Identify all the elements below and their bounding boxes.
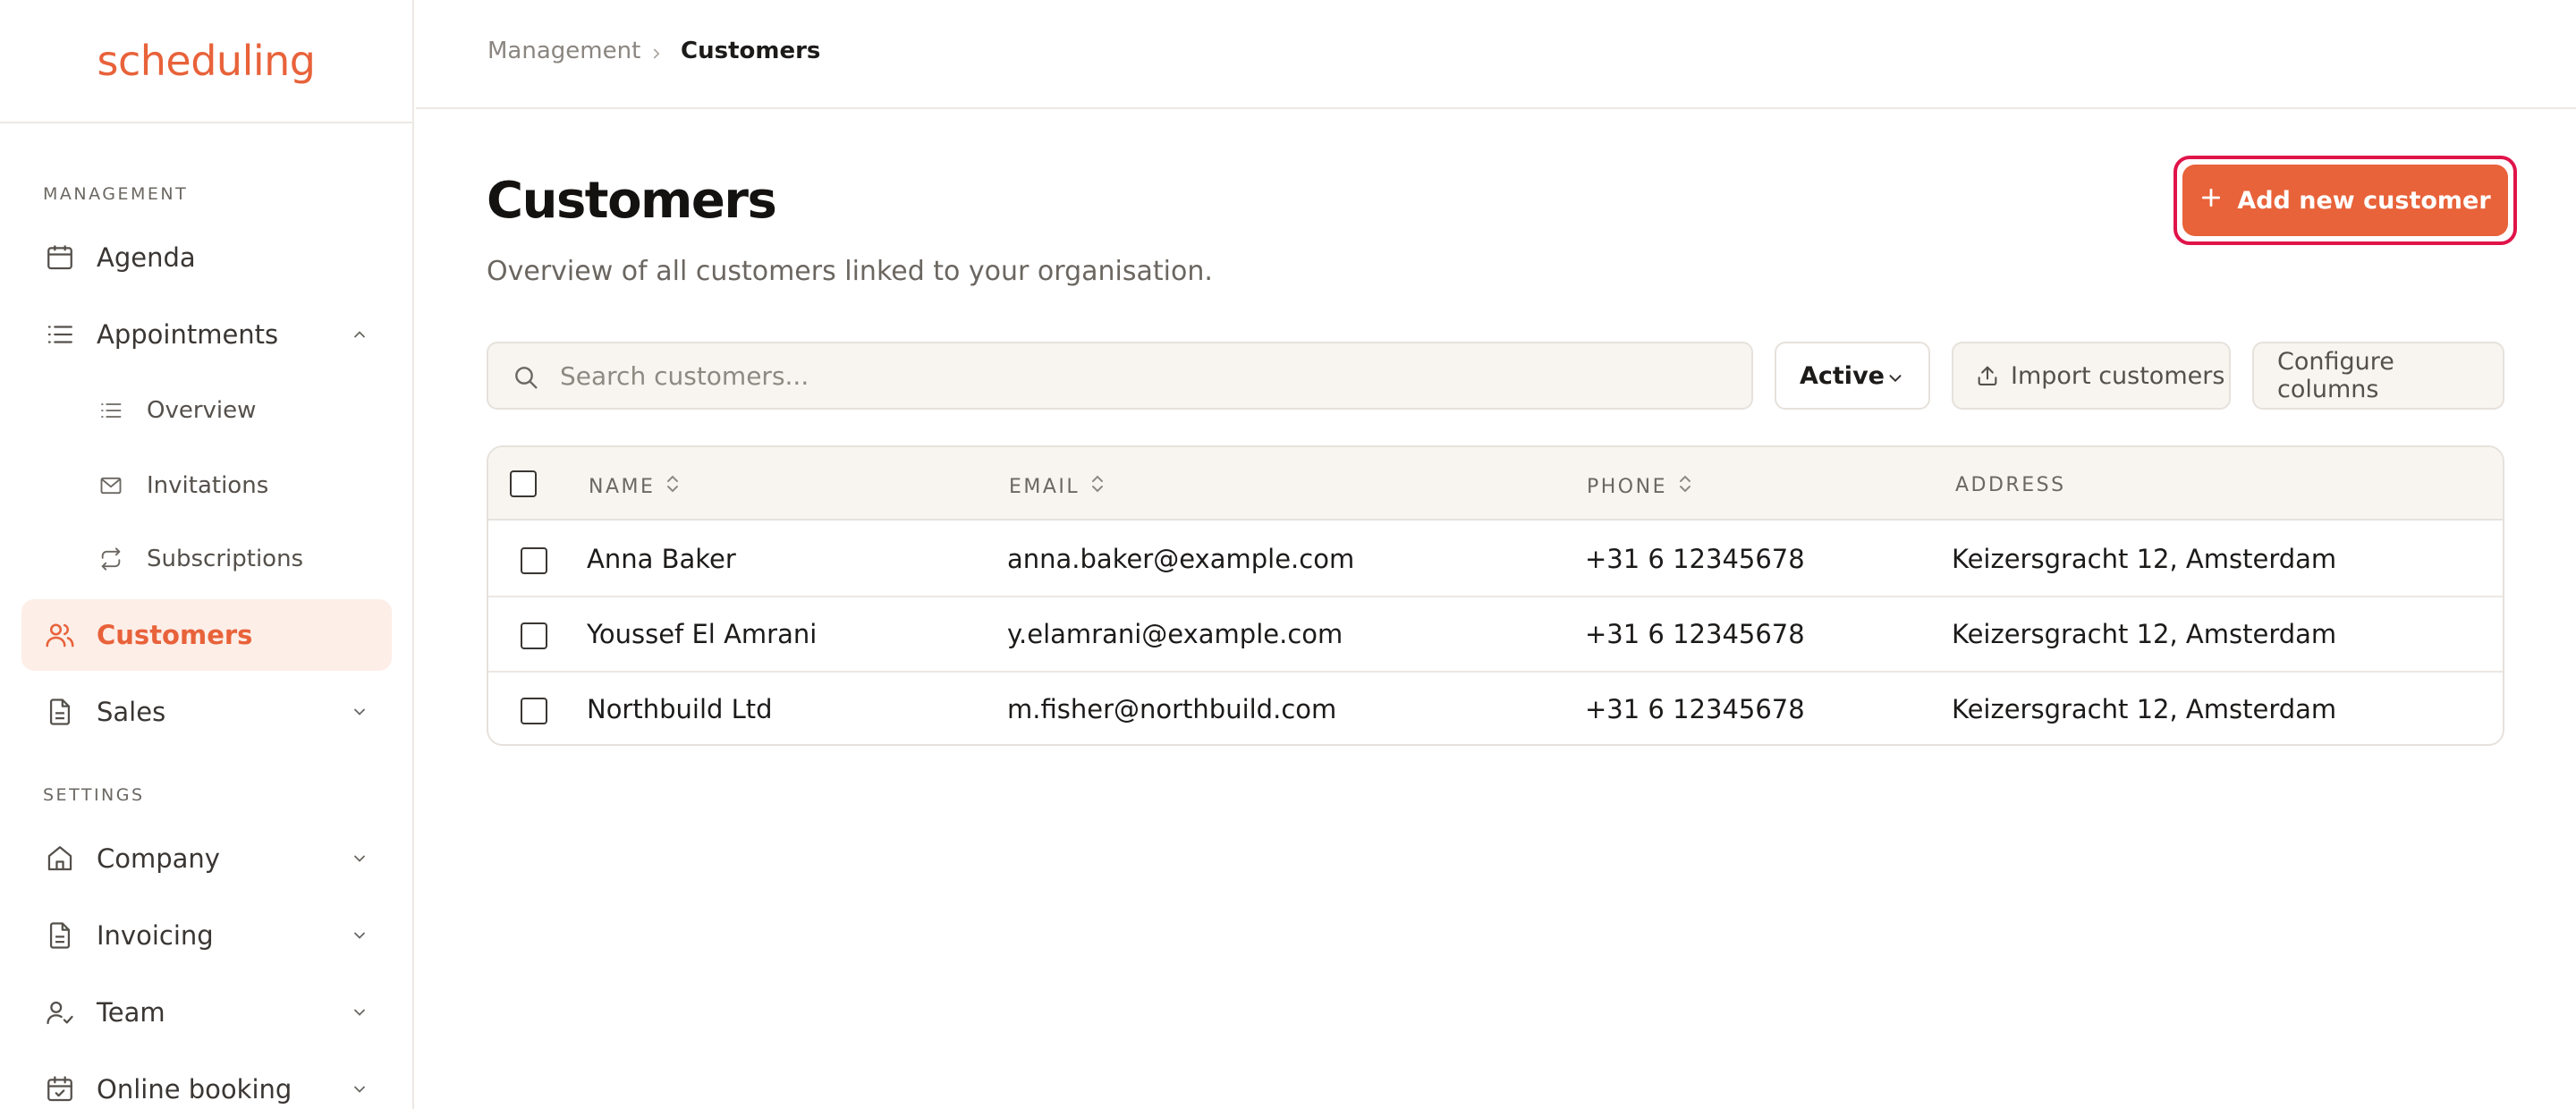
sidebar-item-label: Team	[97, 997, 165, 1028]
sidebar-item-company[interactable]: Company	[21, 823, 392, 894]
logo[interactable]: scheduling	[97, 37, 316, 85]
table-row[interactable]: Northbuild Ltd m.fisher@northbuild.com +…	[488, 673, 2503, 744]
sidebar-subitem-label: Overview	[147, 397, 257, 424]
breadcrumb-parent[interactable]: Management	[487, 38, 640, 64]
cell-name: Northbuild Ltd	[587, 694, 773, 724]
status-filter-select[interactable]: Active	[1775, 342, 1930, 410]
cell-phone: +31 6 12345678	[1585, 619, 1805, 649]
page-subtitle: Overview of all customers linked to your…	[487, 256, 1213, 287]
chevron-down-icon[interactable]	[349, 925, 370, 946]
column-header-phone[interactable]: PHONE	[1587, 474, 1692, 499]
import-customers-button[interactable]: Import customers	[1952, 342, 2231, 410]
page-title: Customers	[487, 172, 777, 230]
row-checkbox[interactable]	[521, 698, 547, 724]
logo-area: scheduling	[0, 0, 412, 123]
cell-phone: +31 6 12345678	[1585, 544, 1805, 574]
sidebar-subitem-subscriptions[interactable]: Subscriptions	[80, 528, 392, 590]
cell-email: anna.baker@example.com	[1007, 544, 1355, 574]
cell-name: Youssef El Amrani	[587, 619, 818, 649]
list-icon	[97, 396, 125, 425]
sidebar-subitem-overview[interactable]: Overview	[80, 379, 392, 442]
chevron-up-icon[interactable]	[349, 324, 370, 345]
sidebar-item-label: Customers	[97, 620, 253, 650]
sidebar-item-sales[interactable]: Sales	[21, 676, 392, 748]
breadcrumb-current: Customers	[681, 38, 821, 64]
sidebar-item-invoicing[interactable]: Invoicing	[21, 900, 392, 971]
list-icon	[43, 317, 77, 351]
chevron-down-icon[interactable]	[349, 848, 370, 869]
customers-table: NAME EMAIL PHONE ADDRESS Anna Baker anna…	[487, 445, 2504, 746]
table-header: NAME EMAIL PHONE ADDRESS	[488, 447, 2503, 521]
select-all-checkbox[interactable]	[510, 470, 537, 497]
search-icon	[512, 363, 540, 392]
sidebar-item-label: Online booking	[97, 1074, 292, 1105]
chevron-down-icon	[1885, 367, 1905, 394]
chevron-down-icon[interactable]	[349, 1079, 370, 1100]
upload-icon	[1975, 363, 2000, 394]
configure-columns-button[interactable]: Configure columns	[2252, 342, 2504, 410]
sidebar-item-label: Invoicing	[97, 920, 214, 951]
column-label: PHONE	[1587, 475, 1667, 498]
import-customers-label: Import customers	[2011, 361, 2225, 390]
column-header-address: ADDRESS	[1955, 474, 2066, 496]
cell-address: Keizersgracht 12, Amsterdam	[1952, 544, 2337, 574]
cell-email: m.fisher@northbuild.com	[1007, 694, 1337, 724]
sidebar-subitem-invitations[interactable]: Invitations	[80, 454, 392, 517]
users-icon	[43, 618, 77, 652]
chevron-down-icon[interactable]	[349, 701, 370, 723]
add-customer-label: Add new customer	[2237, 186, 2491, 215]
app: scheduling MANAGEMENT Agenda Appointment…	[0, 0, 2576, 1109]
column-header-email[interactable]: EMAIL	[1009, 474, 1105, 499]
calendar-icon	[43, 241, 77, 275]
cell-phone: +31 6 12345678	[1585, 694, 1805, 724]
table-row[interactable]: Youssef El Amrani y.elamrani@example.com…	[488, 597, 2503, 673]
column-label: ADDRESS	[1955, 474, 2066, 496]
sidebar-item-appointments[interactable]: Appointments	[21, 299, 392, 370]
column-label: NAME	[589, 475, 656, 498]
row-checkbox[interactable]	[521, 547, 547, 574]
mail-icon	[97, 471, 125, 500]
cell-address: Keizersgracht 12, Amsterdam	[1952, 619, 2337, 649]
repeat-icon	[97, 545, 125, 573]
sidebar-item-team[interactable]: Team	[21, 977, 392, 1048]
table-row[interactable]: Anna Baker anna.baker@example.com +31 6 …	[488, 522, 2503, 597]
cell-email: y.elamrani@example.com	[1007, 619, 1343, 649]
sidebar-item-label: Company	[97, 843, 220, 874]
chevron-down-icon[interactable]	[349, 1002, 370, 1023]
document-icon	[43, 695, 77, 729]
sidebar-subitem-label: Subscriptions	[147, 546, 304, 572]
row-checkbox[interactable]	[521, 622, 547, 649]
status-filter-value: Active	[1800, 361, 1885, 390]
plus-icon	[2199, 186, 2223, 216]
configure-columns-label: Configure columns	[2277, 348, 2394, 403]
sidebar-item-agenda[interactable]: Agenda	[21, 222, 392, 293]
home-icon	[43, 842, 77, 876]
chevron-right-icon	[648, 41, 665, 68]
calendar-check-icon	[43, 1072, 77, 1106]
sidebar-subitem-label: Invitations	[147, 472, 269, 499]
user-check-icon	[43, 995, 77, 1029]
column-header-name[interactable]: NAME	[589, 474, 680, 499]
cell-name: Anna Baker	[587, 544, 736, 574]
sort-icon	[1678, 474, 1692, 499]
sidebar-item-label: Appointments	[97, 319, 279, 350]
search-input[interactable]	[560, 343, 1723, 408]
sidebar: scheduling MANAGEMENT Agenda Appointment…	[0, 0, 414, 1109]
sidebar-item-online-booking[interactable]: Online booking	[21, 1054, 392, 1109]
breadcrumb: Management Customers	[416, 0, 2576, 109]
sort-icon	[665, 474, 680, 499]
sidebar-item-label: Agenda	[97, 242, 196, 273]
column-label: EMAIL	[1009, 475, 1080, 498]
sidebar-item-label: Sales	[97, 697, 166, 727]
document-icon	[43, 919, 77, 952]
section-label-management: MANAGEMENT	[43, 184, 189, 204]
search-box[interactable]	[487, 342, 1753, 410]
sidebar-item-customers[interactable]: Customers	[21, 599, 392, 671]
section-label-settings: SETTINGS	[43, 785, 145, 805]
sort-icon	[1090, 474, 1105, 499]
add-customer-button[interactable]: Add new customer	[2182, 165, 2508, 236]
cell-address: Keizersgracht 12, Amsterdam	[1952, 694, 2337, 724]
